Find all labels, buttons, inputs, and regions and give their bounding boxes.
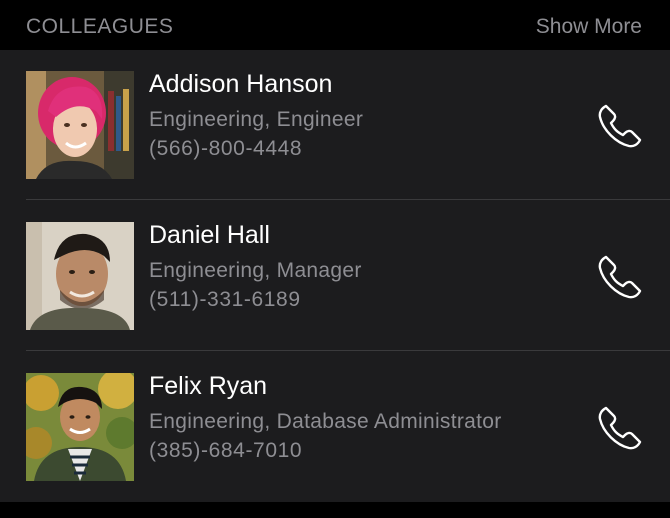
show-more-button[interactable]: Show More xyxy=(536,14,642,40)
phone-icon[interactable] xyxy=(592,98,648,154)
avatar xyxy=(26,222,134,330)
avatar xyxy=(26,71,134,179)
phone-icon[interactable] xyxy=(592,249,648,305)
list-item[interactable]: Addison Hanson Engineering, Engineer (56… xyxy=(0,50,670,200)
avatar xyxy=(26,373,134,481)
colleague-phone: (566)-800-4448 xyxy=(149,137,303,160)
bottom-spacer xyxy=(0,502,670,518)
colleague-name: Addison Hanson xyxy=(149,70,333,98)
divider xyxy=(26,199,670,200)
phone-icon[interactable] xyxy=(592,400,648,456)
list-item[interactable]: Daniel Hall Engineering, Manager (511)-3… xyxy=(0,201,670,351)
list-item[interactable]: Felix Ryan Engineering, Database Adminis… xyxy=(0,352,670,502)
colleague-phone: (511)-331-6189 xyxy=(149,288,301,311)
colleague-department-title: Engineering, Engineer xyxy=(149,108,364,131)
colleague-name: Felix Ryan xyxy=(149,372,268,400)
colleagues-list: Addison Hanson Engineering, Engineer (56… xyxy=(0,50,670,502)
colleague-department-title: Engineering, Manager xyxy=(149,259,362,282)
divider xyxy=(26,350,670,351)
colleague-name: Daniel Hall xyxy=(149,221,270,249)
section-header: COLLEAGUES Show More xyxy=(0,0,670,50)
colleague-phone: (385)-684-7010 xyxy=(149,439,303,462)
colleague-department-title: Engineering, Database Administrator xyxy=(149,410,502,433)
section-title: COLLEAGUES xyxy=(26,15,174,38)
